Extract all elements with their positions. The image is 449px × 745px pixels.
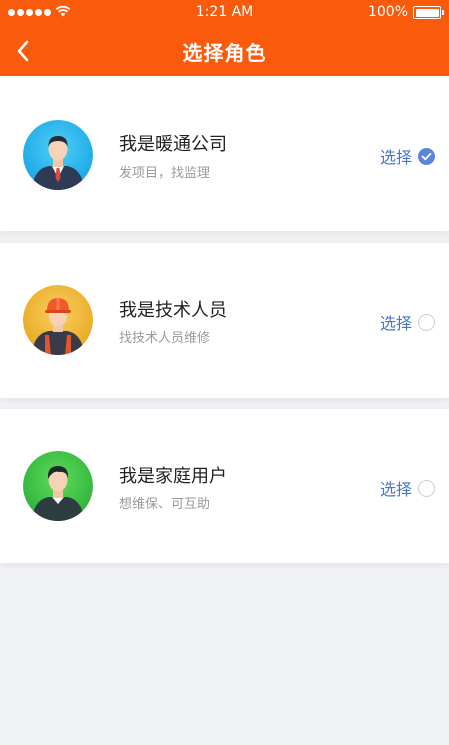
radio-unchecked-icon[interactable] <box>418 313 435 331</box>
role-name: 我是暖通公司 <box>119 134 227 155</box>
battery-icon <box>413 6 444 19</box>
choose-label: 选择 <box>379 480 412 499</box>
businessman-avatar-icon <box>23 120 93 190</box>
choose-button[interactable]: 选择 <box>380 310 435 334</box>
home-user-avatar-icon <box>23 451 93 521</box>
role-description: 找技术人员维修 <box>119 331 211 346</box>
role-card-hvac-company[interactable]: 我是暖通公司 发项目，找监理 选择 <box>0 76 449 231</box>
role-description: 发项目，找监理 <box>119 166 211 181</box>
choose-button[interactable]: 选择 <box>380 144 435 168</box>
check-circle-icon[interactable] <box>418 147 435 165</box>
radio-unchecked-icon[interactable] <box>418 479 435 497</box>
role-name: 我是技术人员 <box>119 300 227 321</box>
choose-label: 选择 <box>379 148 412 167</box>
technician-avatar-icon <box>23 285 93 355</box>
choose-label: 选择 <box>379 314 412 333</box>
status-bar: 1:21 AM 100% <box>0 0 449 26</box>
app-header: 1:21 AM 100% 选择角色 <box>0 0 449 76</box>
page-title: 选择角色 <box>182 41 267 65</box>
choose-button[interactable]: 选择 <box>380 476 435 500</box>
role-description: 想维保、可互助 <box>119 497 211 512</box>
role-card-home-user[interactable]: 我是家庭用户 想维保、可互助 选择 <box>0 409 449 563</box>
role-name: 我是家庭用户 <box>119 466 227 487</box>
role-card-technician[interactable]: 我是技术人员 找技术人员维修 选择 <box>0 243 449 398</box>
battery-percentage: 100% <box>367 4 408 20</box>
